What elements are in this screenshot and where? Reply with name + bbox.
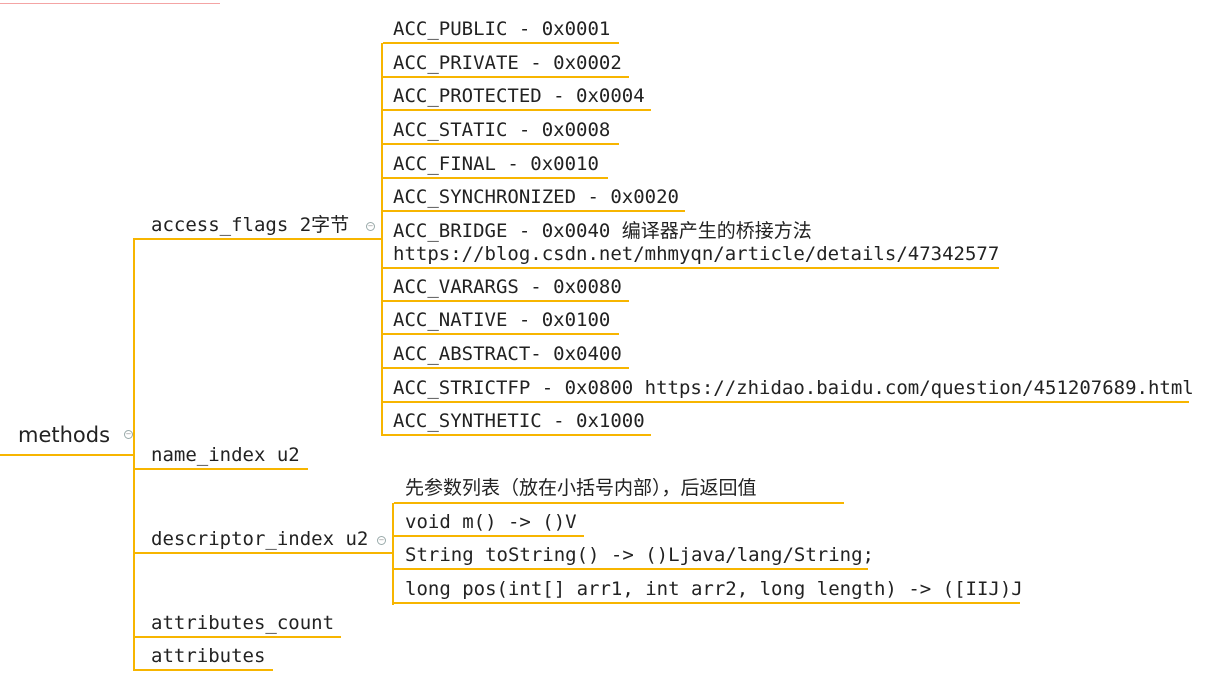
collapse-toggle-icon[interactable] [124, 430, 133, 439]
flag-acc-synthetic[interactable]: ACC_SYNTHETIC - 0x1000 [393, 410, 645, 433]
descriptor-underline [394, 502, 844, 504]
flag-underline [383, 300, 629, 302]
flag-acc-synchronized[interactable]: ACC_SYNCHRONIZED - 0x0020 [393, 186, 679, 209]
flag-acc-final[interactable]: ACC_FINAL - 0x0010 [393, 153, 599, 176]
flag-underline [383, 210, 685, 212]
flag-acc-native[interactable]: ACC_NATIVE - 0x0100 [393, 309, 610, 332]
top-accent-line [0, 3, 220, 4]
descriptor-underline [394, 535, 584, 537]
flag-underline [383, 434, 651, 436]
flag-acc-public[interactable]: ACC_PUBLIC - 0x0001 [393, 18, 610, 41]
collapse-toggle-icon[interactable] [377, 536, 386, 545]
flag-underline [383, 367, 629, 369]
flag-acc-bridge[interactable]: ACC_BRIDGE - 0x0040 编译器产生的桥接方法 [393, 220, 812, 243]
descriptor-underline [394, 602, 1020, 604]
node-descriptor-index[interactable]: descriptor_index u2 [151, 528, 368, 551]
flag-acc-strictfp[interactable]: ACC_STRICTFP - 0x0800 https://zhidao.bai… [393, 377, 1194, 400]
descriptor-trunk [392, 503, 394, 605]
level1-trunk [133, 239, 135, 671]
flag-acc-protected[interactable]: ACC_PROTECTED - 0x0004 [393, 85, 645, 108]
node-attributes-count[interactable]: attributes_count [151, 612, 334, 635]
collapse-toggle-icon[interactable] [366, 222, 375, 231]
node-name-index[interactable]: name_index u2 [151, 444, 300, 467]
root-underline [0, 454, 125, 456]
flag-underline [383, 143, 619, 145]
flag-acc-bridge-link[interactable]: https://blog.csdn.net/mhmyqn/article/det… [393, 243, 999, 266]
flag-underline [383, 42, 619, 44]
descriptor-underline [394, 568, 868, 570]
flag-underline [383, 401, 1189, 403]
flag-acc-private[interactable]: ACC_PRIVATE - 0x0002 [393, 52, 622, 75]
flag-underline [383, 109, 651, 111]
descriptor-example-long-pos[interactable]: long pos(int[] arr1, int arr2, long leng… [405, 578, 1023, 601]
flag-acc-varargs[interactable]: ACC_VARARGS - 0x0080 [393, 276, 622, 299]
node-descriptor-index-underline [133, 552, 393, 554]
flag-underline [383, 177, 608, 179]
node-attributes[interactable]: attributes [151, 645, 265, 668]
descriptor-note[interactable]: 先参数列表（放在小括号内部），后返回值 [405, 477, 757, 500]
node-access-flags-underline [133, 238, 378, 240]
node-access-flags[interactable]: access_flags 2字节 [151, 214, 349, 237]
flag-underline [383, 76, 629, 78]
node-attributes-count-underline [133, 636, 341, 638]
flag-underline [383, 267, 999, 269]
flags-trunk-connector [376, 238, 383, 240]
root-node-methods[interactable]: methods [18, 424, 110, 447]
descriptor-example-tostring[interactable]: String toString() -> ()Ljava/lang/String… [405, 544, 874, 567]
flag-acc-abstract[interactable]: ACC_ABSTRACT- 0x0400 [393, 343, 622, 366]
node-name-index-underline [133, 468, 308, 470]
descriptor-example-void[interactable]: void m() -> ()V [405, 511, 577, 534]
descriptor-trunk-connector [387, 552, 394, 554]
node-attributes-underline [133, 669, 273, 671]
flag-underline [383, 333, 619, 335]
flag-acc-static[interactable]: ACC_STATIC - 0x0008 [393, 119, 610, 142]
